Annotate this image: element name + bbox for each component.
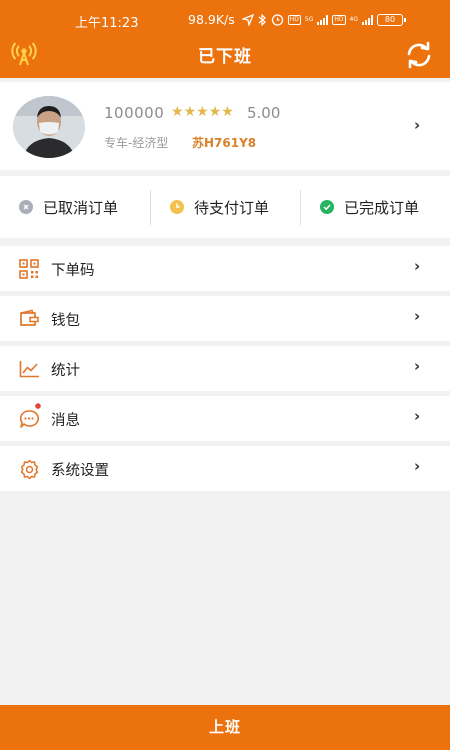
refresh-icon[interactable] bbox=[405, 41, 433, 69]
bluetooth-icon bbox=[258, 13, 266, 26]
location-icon bbox=[241, 13, 254, 26]
status-time: 上午11:23 bbox=[75, 16, 139, 31]
wallet-icon bbox=[20, 309, 39, 326]
network-4g: 4G bbox=[349, 15, 358, 23]
hd-badge: HD bbox=[287, 14, 301, 25]
license-plate: 苏H761Y8 bbox=[192, 136, 257, 150]
car-type: 专车-经济型 bbox=[104, 136, 169, 150]
chevron-right-icon: › bbox=[414, 116, 421, 134]
message-icon bbox=[19, 403, 41, 428]
chevron-right-icon: › bbox=[414, 357, 421, 375]
divider bbox=[300, 190, 301, 225]
completed-orders-tab[interactable]: 已完成订单 bbox=[320, 190, 419, 224]
menu-item-order-code[interactable]: 下单码 › bbox=[0, 246, 450, 291]
menu-item-messages[interactable]: 消息 › bbox=[0, 396, 450, 441]
pending-payment-tab[interactable]: 待支付订单 bbox=[170, 190, 269, 224]
cancelled-orders-tab[interactable]: 已取消订单 bbox=[19, 190, 118, 224]
avatar bbox=[13, 96, 85, 158]
star-icon: ★ bbox=[171, 104, 184, 120]
menu-item-statistics[interactable]: 统计 › bbox=[0, 346, 450, 391]
menu-item-settings[interactable]: 系统设置 › bbox=[0, 446, 450, 491]
order-filters: 已取消订单 待支付订单 已完成订单 bbox=[0, 176, 450, 238]
chevron-right-icon: › bbox=[414, 307, 421, 325]
stats-icon bbox=[19, 361, 39, 378]
chevron-right-icon: › bbox=[414, 407, 421, 425]
app-header: 上午11:23 98.9K/s HD 5G HD 4G 80 已下班 bbox=[0, 0, 450, 78]
menu-label: 下单码 bbox=[51, 263, 95, 279]
hd-badge-2: HD bbox=[332, 14, 346, 25]
check-circle-icon bbox=[320, 200, 334, 214]
star-icon: ★ bbox=[183, 104, 197, 120]
completed-orders-label: 已完成订单 bbox=[344, 198, 420, 217]
clock-icon bbox=[170, 200, 184, 214]
star-icon: ★ bbox=[208, 104, 222, 120]
divider bbox=[150, 190, 151, 225]
status-bar: 上午11:23 98.9K/s HD 5G HD 4G 80 bbox=[0, 0, 450, 38]
rating-stars: ★ ★ ★ ★ ★ bbox=[171, 104, 234, 121]
star-icon: ★ bbox=[221, 104, 234, 120]
status-indicators: 98.9K/s HD 5G HD 4G 80 bbox=[188, 12, 406, 27]
pending-payment-label: 待支付订单 bbox=[194, 198, 270, 217]
network-5g: 5G bbox=[304, 15, 314, 23]
driver-profile-card[interactable]: 100000 ★ ★ ★ ★ ★ 5.00 专车-经济型 苏H761Y8 › bbox=[0, 82, 450, 170]
cancelled-orders-label: 已取消订单 bbox=[43, 198, 119, 217]
unread-dot bbox=[35, 403, 41, 409]
menu-item-wallet[interactable]: 钱包 › bbox=[0, 296, 450, 341]
qr-code-icon bbox=[19, 259, 39, 279]
battery-icon: 80 bbox=[376, 13, 406, 26]
star-icon: ★ bbox=[196, 104, 209, 120]
page-title: 已下班 bbox=[198, 47, 252, 67]
driver-id: 100000 bbox=[104, 104, 165, 122]
chevron-right-icon: › bbox=[414, 457, 421, 475]
chevron-right-icon: › bbox=[414, 257, 421, 275]
menu-label: 消息 bbox=[51, 413, 80, 429]
menu-label: 系统设置 bbox=[51, 463, 109, 479]
menu-label: 统计 bbox=[51, 363, 80, 379]
rating-value: 5.00 bbox=[247, 104, 281, 122]
network-speed: 98.9K/s bbox=[188, 12, 235, 27]
settings-icon bbox=[20, 459, 39, 479]
menu-label: 钱包 bbox=[51, 313, 80, 329]
signal-bars-icon-2 bbox=[361, 14, 373, 25]
alarm-icon bbox=[271, 14, 283, 26]
go-online-button[interactable]: 上班 bbox=[0, 705, 450, 750]
title-bar: 已下班 bbox=[0, 38, 450, 78]
signal-bars-icon bbox=[317, 14, 329, 25]
close-circle-icon bbox=[19, 200, 33, 214]
